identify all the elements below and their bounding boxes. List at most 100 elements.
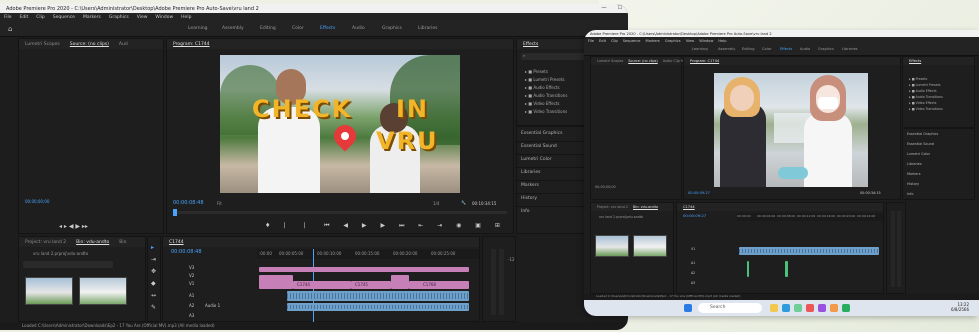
tab-source[interactable]: Source: (no clips) (70, 42, 109, 47)
timeline-ruler[interactable]: :00:00 00:00:05:00 00:00:10:00 00:00:15:… (257, 249, 479, 259)
system-clock[interactable]: 13:22 6/8/2566 (951, 302, 969, 312)
file-explorer-icon[interactable] (770, 304, 778, 312)
program-scrubber[interactable] (173, 209, 507, 216)
app-icon[interactable] (794, 304, 802, 312)
home-icon[interactable]: ⌂ (8, 25, 16, 33)
program-resolution-select[interactable]: 1/4 (433, 201, 439, 206)
maximize-icon[interactable]: ☐ (612, 4, 628, 13)
panel-libraries[interactable]: Libraries (907, 162, 922, 166)
menu-help[interactable]: Help (181, 15, 191, 20)
tab-sequence[interactable]: C1744 (683, 205, 695, 209)
workspace-learning[interactable]: Learning (188, 26, 208, 31)
workspace-audio[interactable]: Audio (352, 26, 365, 31)
workspace-learning[interactable]: Learning (692, 47, 708, 51)
menu-markers[interactable]: Markers (646, 39, 660, 43)
app-icon[interactable] (806, 304, 814, 312)
effects-item-video-effects[interactable]: ▸ ■ Video Effects (909, 101, 936, 105)
app-icon[interactable] (842, 304, 850, 312)
project-search-input[interactable] (23, 261, 113, 268)
panel-markers[interactable]: Markers (521, 183, 539, 188)
tab-bin[interactable]: Bin: vdu-andto (633, 205, 658, 209)
app-icon[interactable] (830, 304, 838, 312)
ripple-edit-tool-icon[interactable]: ✥ (151, 269, 156, 275)
effects-item-audio-transitions[interactable]: ▸ ■ Audio Transitions (909, 95, 943, 99)
effects-item-audio-transitions[interactable]: ▸ ■ Audio Transitions (525, 93, 567, 98)
start-icon[interactable] (684, 304, 692, 312)
video-clip[interactable]: C1744 (293, 281, 351, 289)
effects-item-audio-effects[interactable]: ▸ ■ Audio Effects (525, 85, 560, 90)
program-transport-controls[interactable]: ♦ ⎸ ⎸ ⏮ ◀ ▶ ▶ ⏭ ⇤ ⇥ ◉ ▣ ⊞ (265, 223, 506, 229)
panel-info[interactable]: Info (907, 192, 913, 196)
tab-project[interactable]: Project: vru land 2 (597, 205, 628, 209)
panel-history[interactable]: History (907, 182, 919, 186)
panel-essential-graphics[interactable]: Essential Graphics (907, 132, 938, 136)
menu-graphics[interactable]: Graphics (109, 15, 129, 20)
menu-clip[interactable]: Clip (611, 39, 618, 43)
program-video-frame[interactable] (714, 73, 868, 187)
effects-item-video-transitions[interactable]: ▸ ■ Video Transitions (909, 107, 943, 111)
edge-icon[interactable] (782, 304, 790, 312)
source-transport-controls[interactable]: ◂ ▸ ◀ ▶ ▸▸ (59, 224, 88, 230)
panel-essential-sound[interactable]: Essential Sound (907, 142, 934, 146)
clip-thumbnail-1[interactable] (595, 235, 629, 257)
menu-edit[interactable]: Edit (599, 39, 606, 43)
workspace-color[interactable]: Color (292, 26, 304, 31)
menu-window[interactable]: Window (699, 39, 713, 43)
track-v1[interactable]: V1 (691, 247, 695, 251)
program-timecode[interactable]: 00:00:09:27 (688, 191, 710, 195)
clip-thumbnail-2[interactable] (633, 235, 667, 257)
panel-markers[interactable]: Markers (907, 172, 921, 176)
track-v2[interactable]: V2 (189, 273, 194, 278)
workspace-graphics[interactable]: Graphics (818, 47, 834, 51)
audio-clip-a1[interactable] (747, 261, 749, 277)
tab-bin[interactable]: Bin: vdu-andto (76, 240, 109, 245)
workspace-effects[interactable]: Effects (780, 47, 792, 51)
selection-tool-icon[interactable]: ▸ (151, 245, 154, 251)
premiere-pro-icon[interactable] (818, 304, 826, 312)
timeline-timecode[interactable]: 00:00:09:27 (683, 213, 706, 218)
menu-edit[interactable]: Edit (20, 15, 29, 20)
clip-thumbnail-2[interactable] (79, 277, 127, 305)
program-timecode[interactable]: 00:00:08:48 (173, 200, 204, 206)
panel-lumetri-color[interactable]: Lumetri Color (907, 152, 930, 156)
workspace-editing[interactable]: Editing (742, 47, 755, 51)
panel-libraries[interactable]: Libraries (521, 170, 540, 175)
tab-effects[interactable]: Effects (909, 59, 921, 63)
taskbar-search-input[interactable]: Search (698, 303, 762, 313)
panel-lumetri-color[interactable]: Lumetri Color (521, 157, 551, 162)
pen-tool-icon[interactable]: ✎ (151, 305, 156, 311)
panel-essential-sound[interactable]: Essential Sound (521, 144, 557, 149)
effects-item-lumetri-presets[interactable]: ▸ ■ Lumetri Presets (525, 77, 565, 82)
program-fit-select[interactable]: Fit (217, 201, 222, 206)
workspace-graphics[interactable]: Graphics (382, 26, 402, 31)
track-a2[interactable]: A2 (189, 303, 194, 308)
menu-view[interactable]: View (137, 15, 148, 20)
track-v3[interactable]: V3 (189, 265, 194, 270)
menu-graphics[interactable]: Graphics (665, 39, 681, 43)
menu-window[interactable]: Window (155, 15, 173, 20)
workspace-audio[interactable]: Audio (800, 47, 810, 51)
timeline-ruler[interactable]: 00:00:00 00:00:04:00 00:00:08:00 00:00:1… (737, 213, 883, 221)
menu-file[interactable]: File (4, 15, 12, 20)
video-clip-v1[interactable] (739, 247, 879, 255)
track-a2[interactable]: A2 (691, 271, 695, 275)
track-a1[interactable]: A1 (691, 261, 695, 265)
workspace-color[interactable]: Color (762, 47, 771, 51)
panel-history[interactable]: History (521, 196, 537, 201)
video-clip[interactable]: C1745 (351, 281, 391, 289)
workspace-libraries[interactable]: Libraries (842, 47, 858, 51)
effects-item-presets[interactable]: ▸ ■ Presets (909, 77, 927, 81)
menu-sequence[interactable]: Sequence (623, 39, 641, 43)
menu-help[interactable]: Help (718, 39, 726, 43)
tab-program[interactable]: Program: C1744 (173, 42, 210, 47)
razor-tool-icon[interactable]: ◆ (151, 281, 156, 287)
tab-effects[interactable]: Effects (523, 42, 538, 47)
tab-bin-2[interactable]: Bin (119, 240, 126, 245)
menu-markers[interactable]: Markers (83, 15, 101, 20)
panel-info[interactable]: Info (521, 209, 530, 214)
effects-item-audio-effects[interactable]: ▸ ■ Audio Effects (909, 89, 937, 93)
video-clip[interactable] (391, 275, 409, 289)
tab-audio[interactable]: Aud (119, 42, 128, 47)
audio-clip-a2[interactable] (287, 303, 469, 311)
effects-item-video-transitions[interactable]: ▸ ■ Video Transitions (525, 109, 567, 114)
